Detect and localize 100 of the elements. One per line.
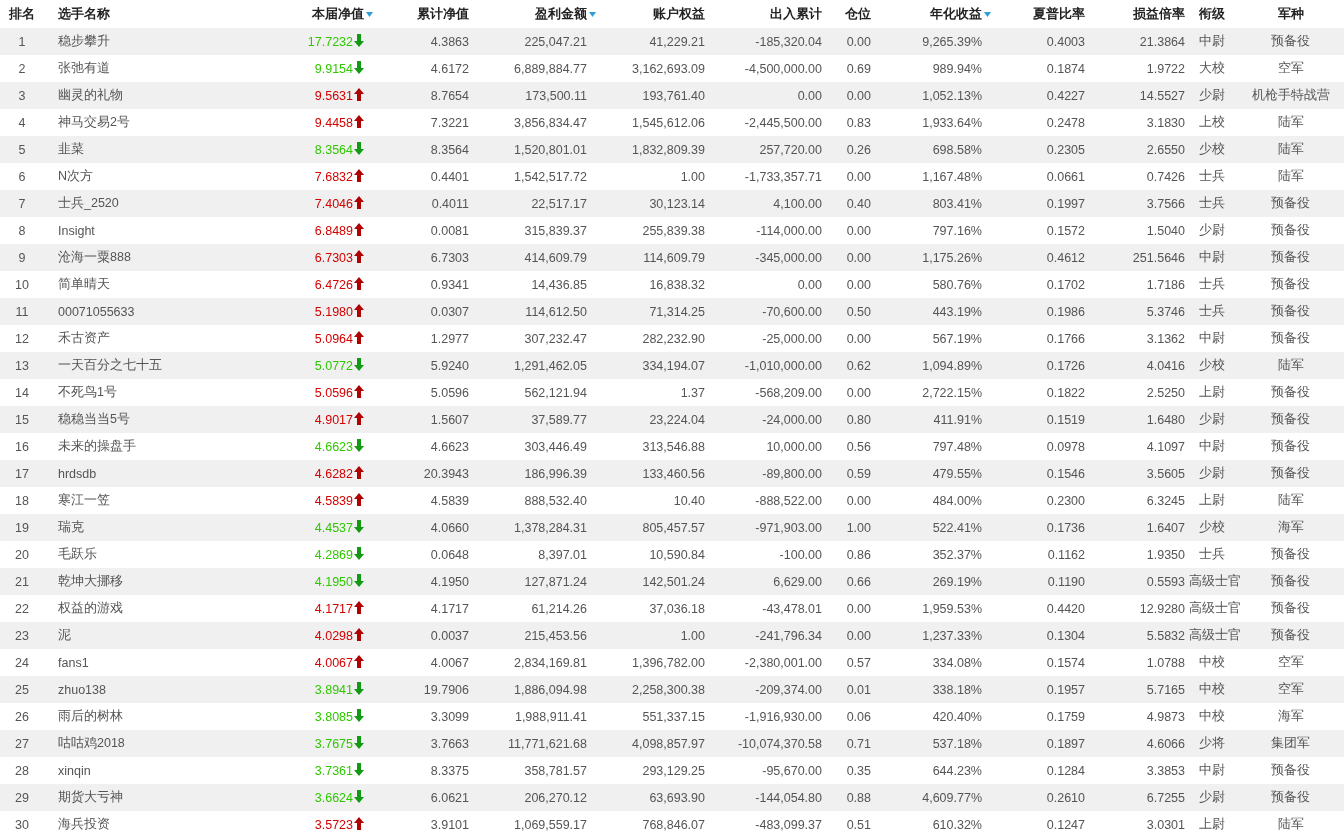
table-cell: 1.9722 [1087,55,1187,82]
table-cell: 0.0661 [984,163,1087,190]
table-cell: 797.16% [873,217,984,244]
table-cell: 0.01 [824,676,873,703]
table-cell: 1,886,094.98 [471,676,589,703]
table-cell: 1.37 [589,379,707,406]
table-cell: 21.3864 [1087,28,1187,55]
net-value: 17.7232 [307,35,353,49]
table-cell: 0.57 [824,649,873,676]
table-cell: 士兵 [1187,298,1237,325]
table-cell: 5.5832 [1087,622,1187,649]
table-cell: fans1 [44,649,224,676]
table-cell: 1,542,517.72 [471,163,589,190]
table-cell: -483,099.37 [707,811,824,838]
table-cell: 士兵 [1187,541,1237,568]
sort-caret-icon[interactable] [984,11,991,17]
table-cell: 2 [0,55,44,82]
table-cell: 预备役 [1237,28,1344,55]
column-header[interactable]: 出入累计 [770,6,822,21]
table-cell: 士兵 [1187,163,1237,190]
table-cell: -1,733,357.71 [707,163,824,190]
column-header[interactable]: 衔级 [1199,6,1225,21]
table-cell: 173,500.11 [471,82,589,109]
table-cell: -568,209.00 [707,379,824,406]
table-cell: 0.1702 [984,271,1087,298]
table-cell: 上尉 [1187,487,1237,514]
table-cell: -345,000.00 [707,244,824,271]
column-header[interactable]: 排名 [9,6,35,21]
table-cell: 114,609.79 [589,244,707,271]
table-cell: 2,834,169.81 [471,649,589,676]
table-cell: 12 [0,325,44,352]
table-cell: 4 [0,109,44,136]
table-cell: -971,903.00 [707,514,824,541]
table-cell: 1,094.89% [873,352,984,379]
table-cell: 0.1162 [984,541,1087,568]
column-header[interactable]: 本届净值 [312,6,373,21]
table-cell: 陆军 [1237,811,1344,838]
table-cell: 0.1247 [984,811,1087,838]
table-cell: 4,609.77% [873,784,984,811]
table-cell: 00071055633 [44,298,224,325]
table-cell: 580.76% [873,271,984,298]
table-cell: 255,839.38 [589,217,707,244]
table-cell: -888,522.00 [707,487,824,514]
table-cell: 16 [0,433,44,460]
table-cell: 5.7165 [1087,676,1187,703]
column-header[interactable]: 累计净值 [417,6,469,21]
table-cell: 寒江一笠 [44,487,224,514]
column-header[interactable]: 账户权益 [653,6,705,21]
table-cell: 16,838.32 [589,271,707,298]
table-cell: 0.56 [824,433,873,460]
table-cell: 18 [0,487,44,514]
table-cell: 0.1874 [984,55,1087,82]
column-header[interactable]: 年化收益 [930,6,991,21]
column-header[interactable]: 夏普比率 [1033,6,1085,21]
column-header[interactable]: 盈利金额 [535,6,596,21]
table-cell: 23,224.04 [589,406,707,433]
net-value: 4.6282 [314,467,353,481]
table-cell: 1,175.26% [873,244,984,271]
net-value: 4.1950 [314,575,353,589]
table-cell: 0.00 [824,217,873,244]
table-cell: 6 [0,163,44,190]
table-cell: 1.6480 [1087,406,1187,433]
table-cell: 562,121.94 [471,379,589,406]
table-cell: 4.1717 [366,595,471,622]
table-cell: 1,988,911.41 [471,703,589,730]
table-cell: 215,453.56 [471,622,589,649]
table-cell: 0.00 [707,82,824,109]
table-cell: 陆军 [1237,136,1344,163]
table-cell: 少校 [1187,514,1237,541]
table-cell: 9 [0,244,44,271]
table-cell: 0.80 [824,406,873,433]
net-value: 3.7361 [314,764,353,778]
net-value: 9.4458 [314,116,353,130]
table-cell: -185,320.04 [707,28,824,55]
sort-caret-icon[interactable] [366,11,373,17]
column-header[interactable]: 军种 [1277,6,1304,21]
table-cell: 17 [0,460,44,487]
table-cell: 少尉 [1187,82,1237,109]
table-cell: 805,457.57 [589,514,707,541]
table-cell: 0.4003 [984,28,1087,55]
table-cell: 6,889,884.77 [471,55,589,82]
table-cell: 中尉 [1187,28,1237,55]
table-cell: 29 [0,784,44,811]
table-cell: 稳步攀升 [44,28,224,55]
column-header[interactable]: 损益倍率 [1133,6,1185,21]
table-cell: 8.7654 [366,82,471,109]
table-cell: 4.6623 [366,433,471,460]
column-header[interactable]: 选手名称 [58,6,110,21]
table-cell: 海军 [1237,703,1344,730]
table-cell: 61,214.26 [471,595,589,622]
table-cell: 0.00 [824,163,873,190]
column-header[interactable]: 仓位 [845,6,871,21]
table-cell: -70,600.00 [707,298,824,325]
sort-caret-icon[interactable] [589,11,596,17]
table-cell: 537.18% [873,730,984,757]
table-cell: 预备役 [1237,379,1344,406]
table-cell: xinqin [44,757,224,784]
table-cell: 315,839.37 [471,217,589,244]
table-cell: 888,532.40 [471,487,589,514]
table-cell: 27 [0,730,44,757]
